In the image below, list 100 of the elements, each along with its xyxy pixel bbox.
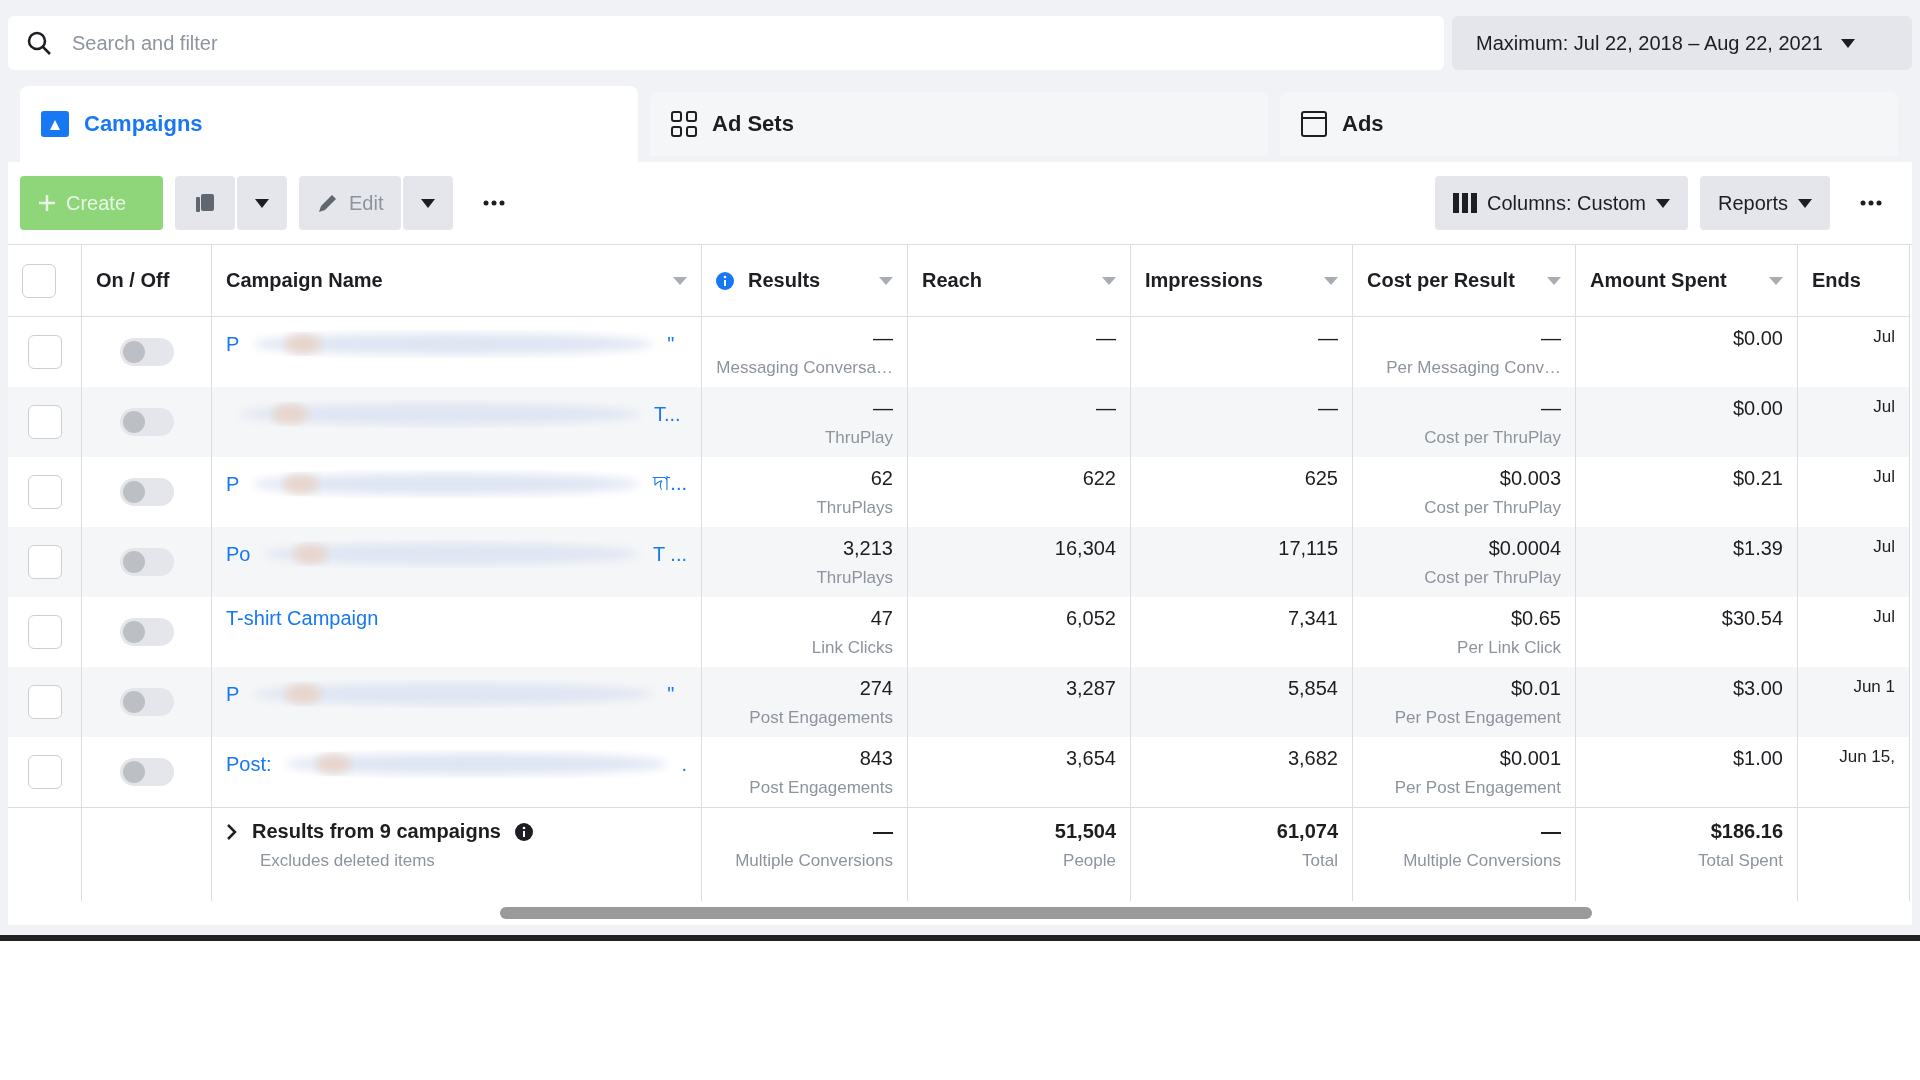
- end-date: Jul: [1873, 607, 1895, 627]
- date-range-button[interactable]: Maximum: Jul 22, 2018 – Aug 22, 2021: [1452, 16, 1912, 70]
- reports-button[interactable]: Reports: [1699, 176, 1830, 230]
- impressions-value: 3,682: [1287, 747, 1338, 770]
- dropdown-button[interactable]: [237, 176, 287, 230]
- duplicate-button[interactable]: [175, 176, 235, 230]
- grid-icon: [670, 110, 698, 138]
- column-header[interactable]: Campaign Name: [226, 269, 383, 292]
- row-checkbox[interactable]: [27, 755, 62, 789]
- column-header[interactable]: Results: [748, 269, 821, 292]
- row-checkbox[interactable]: [27, 335, 62, 369]
- sort-caret-icon[interactable]: [879, 276, 893, 285]
- horizontal-scrollbar[interactable]: [500, 907, 1592, 919]
- select-all-checkbox[interactable]: [22, 263, 56, 298]
- search-icon: [26, 30, 52, 56]
- amount-spent: $0.00: [1732, 397, 1783, 420]
- column-header[interactable]: Ends: [1812, 269, 1861, 292]
- row-checkbox[interactable]: [27, 475, 62, 509]
- reach-value: 16,304: [1054, 537, 1116, 560]
- cost-type: Cost per ThruPlay: [1424, 568, 1561, 588]
- cost-total: —: [1541, 820, 1561, 843]
- result-type: Post Engagements: [749, 778, 893, 798]
- result-type: ThruPlays: [816, 498, 893, 518]
- campaign-name-link[interactable]: ": [667, 682, 675, 706]
- results-total-label: Multiple Conversions: [735, 851, 893, 871]
- column-header: On / Off: [96, 269, 170, 292]
- end-date: Jul: [1873, 467, 1895, 487]
- column-header[interactable]: Amount Spent: [1590, 269, 1727, 292]
- on-off-toggle[interactable]: [119, 408, 174, 436]
- on-off-toggle[interactable]: [119, 548, 174, 576]
- column-header[interactable]: Impressions: [1145, 269, 1263, 292]
- plus-icon: [38, 194, 56, 212]
- campaign-name-link[interactable]: P: [226, 682, 240, 706]
- more-icon: [1860, 200, 1882, 206]
- row-checkbox[interactable]: [27, 615, 62, 649]
- tab[interactable]: Ads: [1280, 92, 1898, 156]
- campaign-name-link[interactable]: P: [226, 472, 240, 496]
- campaign-name-link[interactable]: T ...: [652, 542, 687, 566]
- more-icon: [483, 200, 506, 206]
- on-off-toggle[interactable]: [119, 338, 174, 366]
- row-checkbox[interactable]: [27, 545, 62, 579]
- on-off-toggle[interactable]: [119, 618, 174, 646]
- amount-spent: $0.00: [1732, 327, 1783, 350]
- column-header[interactable]: Reach: [922, 269, 983, 292]
- reach-total: 51,504: [1054, 820, 1116, 843]
- results-value: 843: [859, 747, 893, 770]
- campaign-name-link[interactable]: T-shirt Campaign: [226, 607, 379, 630]
- impressions-value: —: [1318, 397, 1338, 420]
- caret-icon: [1655, 198, 1670, 208]
- cost-type: Per Link Click: [1457, 638, 1561, 658]
- campaign-name-link[interactable]: Po: [226, 542, 251, 566]
- campaign-name-link[interactable]: P: [226, 332, 240, 356]
- impressions-value: —: [1318, 327, 1338, 350]
- chevron-right-icon[interactable]: [226, 822, 238, 841]
- column-header[interactable]: Cost per Result: [1367, 269, 1515, 292]
- end-date: Jul: [1873, 327, 1895, 347]
- sort-caret-icon[interactable]: [1547, 276, 1561, 285]
- campaign-name-link[interactable]: Post:: [226, 752, 272, 776]
- sort-caret-icon[interactable]: [1102, 276, 1116, 285]
- results-value: —: [873, 327, 893, 350]
- result-type: Messaging Conversa…: [716, 358, 893, 378]
- amount-spent: $1.00: [1732, 747, 1783, 770]
- amount-spent: $0.21: [1732, 467, 1783, 490]
- dropdown-button[interactable]: [403, 176, 454, 230]
- row-checkbox[interactable]: [27, 685, 62, 719]
- end-date: Jun 1: [1853, 677, 1895, 697]
- end-date: Jul: [1873, 397, 1895, 417]
- results-value: 274: [859, 677, 893, 700]
- row-checkbox[interactable]: [27, 405, 62, 439]
- campaign-name-link[interactable]: T...: [654, 402, 681, 426]
- impressions-value: 17,115: [1278, 537, 1338, 560]
- result-type: ThruPlays: [816, 568, 893, 588]
- impressions-value: 625: [1304, 467, 1338, 490]
- campaign-name-link[interactable]: .: [681, 752, 687, 776]
- cost-total-label: Multiple Conversions: [1403, 851, 1561, 871]
- search-bar[interactable]: Search and filter: [8, 16, 1444, 70]
- sort-caret-icon[interactable]: [1769, 276, 1783, 285]
- caret-icon: [255, 198, 269, 208]
- tab[interactable]: Campaigns: [20, 86, 638, 162]
- edit-button[interactable]: Edit: [299, 176, 402, 230]
- campaign-name-link[interactable]: দা...: [653, 467, 687, 501]
- results-value: 62: [870, 467, 893, 490]
- columns-button[interactable]: Columns: Custom: [1435, 176, 1688, 230]
- results-value: —: [873, 397, 893, 420]
- on-off-toggle[interactable]: [119, 758, 174, 786]
- summary-note: Excludes deleted items: [259, 851, 435, 871]
- results-total: —: [873, 820, 893, 843]
- sort-caret-icon[interactable]: [1324, 276, 1338, 285]
- cost-value: $0.001: [1499, 747, 1561, 770]
- caret-icon: [1840, 38, 1855, 48]
- sort-caret-icon[interactable]: [673, 276, 687, 285]
- campaign-name-link[interactable]: ": [667, 332, 675, 356]
- caret-icon: [421, 198, 436, 208]
- on-off-toggle[interactable]: [119, 688, 174, 716]
- cost-type: Per Messaging Conv…: [1386, 358, 1561, 378]
- tab[interactable]: Ad Sets: [650, 92, 1268, 156]
- amount-spent: $1.39: [1732, 537, 1783, 560]
- on-off-toggle[interactable]: [119, 478, 174, 506]
- flag-icon: [40, 110, 70, 138]
- spent-total: $186.16: [1710, 820, 1783, 843]
